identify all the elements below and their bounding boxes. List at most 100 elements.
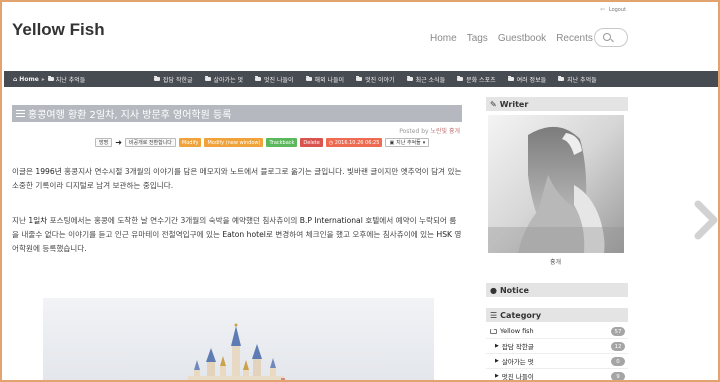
category-item-root[interactable]: Yellow fish 57 xyxy=(486,324,628,339)
category-menu-item[interactable]: 최근 소식들 xyxy=(406,75,446,84)
category-menu-item[interactable]: 멋진 나들이 xyxy=(255,75,294,84)
category-count-badge: 12 xyxy=(611,342,625,351)
folder-icon xyxy=(204,76,211,81)
breadcrumb-current-label: 지난 추억들 xyxy=(55,76,86,84)
logout-icon: ⇦ xyxy=(599,6,605,13)
category-menu-label: 지난 추억들 xyxy=(567,76,597,84)
text-run: 1996년 xyxy=(35,167,62,176)
category-menu-label: 살아가는 멋 xyxy=(213,76,244,84)
pencil-icon: ✎ xyxy=(490,99,497,109)
search-button[interactable] xyxy=(594,28,628,47)
list-button[interactable]: 방명 xyxy=(95,138,113,147)
home-icon: ⌂ xyxy=(13,75,18,83)
category-menu-label: 멋진 이야기 xyxy=(365,76,395,84)
menu-icon xyxy=(16,110,25,117)
folder-icon xyxy=(154,76,160,81)
category-count-badge: 57 xyxy=(611,327,625,336)
modify-button[interactable]: Modify xyxy=(178,138,202,147)
post-category-select[interactable]: ▣ 지난 추억들 ▾ xyxy=(385,138,430,147)
caret-down-icon: ▾ xyxy=(422,139,426,146)
castle-illustration xyxy=(43,298,434,380)
category-list: Yellow fish 57 ▶ 잡담 작한글 12 ▶ 살아가는 멋 0 ▶ … xyxy=(486,324,628,381)
post-paragraph: 지난 1일차 포스팅에서는 홍콩에 도착한 날 연수기간 3개월의 숙박을 예약… xyxy=(12,214,462,256)
nav-tags[interactable]: Tags xyxy=(467,33,488,44)
category-menu-label: 잡담 작한글 xyxy=(163,76,193,84)
page-frame: ⇦ Logout Yellow Fish Home Tags Guestbook… xyxy=(0,0,720,382)
caret-right-icon: ▶ xyxy=(495,358,499,364)
category-item-label: 멋진 나들이 xyxy=(501,373,534,381)
search-icon xyxy=(603,33,611,41)
nav-guestbook[interactable]: Guestbook xyxy=(498,33,546,44)
text-run: B.P International xyxy=(299,216,363,225)
notice-widget-title: Notice xyxy=(499,285,529,295)
logout-label: Logout xyxy=(608,6,626,13)
category-menu-item[interactable]: 잡담 작한글 xyxy=(154,75,193,84)
caret-right-icon: ▶ xyxy=(495,373,499,379)
folder-icon: ▣ xyxy=(389,139,395,146)
post-date: 2016.10.26 06:25 xyxy=(334,139,380,146)
category-menu-label: 여러 정보들 xyxy=(516,76,547,84)
writer-widget-header: ✎ Writer xyxy=(486,97,628,111)
category-item[interactable]: ▶ 멋진 나들이 9 xyxy=(486,369,628,381)
folder-icon xyxy=(305,76,312,81)
category-menu-label: 최근 소식들 xyxy=(415,76,446,84)
post-paragraph: 이글은 1996년 홍콩지사 연수시절 3개월의 이야기를 담은 메모지와 노트… xyxy=(12,165,462,193)
logout-link[interactable]: ⇦ Logout xyxy=(600,6,626,13)
privacy-button[interactable]: 비공개로 전환합니다 xyxy=(124,138,176,147)
category-item[interactable]: ▶ 살아가는 멋 0 xyxy=(486,354,628,369)
folder-icon xyxy=(507,76,514,81)
category-bar: ⌂ Home ▸ 지난 추억들 잡담 작한글 살아가는 멋 멋진 나들이 해외 … xyxy=(4,71,718,87)
posted-by: Posted by 노란빛 흉개 xyxy=(399,126,460,135)
category-widget-header: ☰ Category xyxy=(486,308,628,322)
text-run: HSK xyxy=(436,230,452,239)
category-menu-item[interactable]: 문화 스포츠 xyxy=(457,75,496,84)
category-item[interactable]: ▶ 잡담 작한글 12 xyxy=(486,339,628,354)
category-menu-item[interactable]: 지난 추억들 xyxy=(558,75,597,84)
breadcrumb-current[interactable]: 지난 추억들 xyxy=(47,75,86,84)
caret-right-icon: ▶ xyxy=(495,343,499,349)
category-menu-label: 멋진 나들이 xyxy=(264,76,294,84)
folder-icon xyxy=(356,76,363,81)
delete-button[interactable]: Delete xyxy=(300,138,323,147)
category-menu-item[interactable]: 여러 정보들 xyxy=(507,75,547,84)
category-menu-item[interactable]: 해외 나들이 xyxy=(305,75,345,84)
category-item-label: 잡담 작한글 xyxy=(501,343,534,351)
category-widget-title: Category xyxy=(500,310,542,320)
category-item-label: 살아가는 멋 xyxy=(501,358,534,366)
site-title[interactable]: Yellow Fish xyxy=(12,20,105,40)
text-run: Eaton hotel xyxy=(222,230,266,239)
text-run: 지난 xyxy=(12,216,29,225)
post-title[interactable]: 홍콩여행 황환 2일차, 지사 방문후 영어학원 등록 xyxy=(12,105,462,122)
post-author[interactable]: 노란빛 흉개 xyxy=(430,128,460,135)
category-menu-label: 해외 나들이 xyxy=(314,76,345,84)
nav-recents[interactable]: Recents xyxy=(556,33,593,44)
category-menu-item[interactable]: 살아가는 멋 xyxy=(204,75,244,84)
chevron-right-icon xyxy=(694,200,718,240)
top-navigation: Home Tags Guestbook Recents xyxy=(430,33,593,44)
nav-home[interactable]: Home xyxy=(430,33,457,44)
breadcrumb-separator: ▸ xyxy=(41,75,45,83)
writer-photo-image xyxy=(488,115,624,253)
text-run: 1일차 xyxy=(28,216,48,225)
next-post-button[interactable] xyxy=(692,200,718,240)
text-run: 포스팅에서는 홍콩에 도착한 날 연수기간 3개월의 숙박을 예약했던 침사츄이… xyxy=(47,216,300,225)
folder-icon xyxy=(406,76,413,81)
text-run: 이글은 xyxy=(12,167,36,176)
posted-by-label: Posted by xyxy=(399,128,429,135)
text-run: 로 변경하여 체크인을 했고 오후에는 침사츄이에 있는 xyxy=(265,230,437,239)
category-menu: 잡담 작한글 살아가는 멋 멋진 나들이 해외 나들이 멋진 이야기 최근 소식… xyxy=(154,71,597,87)
modify-new-window-button[interactable]: Modify (new window) xyxy=(204,138,264,147)
category-count-badge: 0 xyxy=(611,357,625,366)
post-category-label: 지난 추억들 xyxy=(396,140,421,146)
writer-name: 흉개 xyxy=(550,259,562,266)
category-item-label: Yellow fish xyxy=(500,327,534,335)
folder-icon xyxy=(255,76,262,81)
trackback-button[interactable]: Trackback xyxy=(266,138,298,147)
folder-icon xyxy=(47,76,54,81)
breadcrumb-home[interactable]: ⌂ Home xyxy=(13,76,39,83)
comment-icon: ● xyxy=(490,285,497,295)
folder-icon xyxy=(558,76,565,81)
writer-avatar[interactable] xyxy=(488,115,624,253)
category-menu-item[interactable]: 멋진 이야기 xyxy=(356,75,395,84)
folder-icon xyxy=(490,328,497,334)
